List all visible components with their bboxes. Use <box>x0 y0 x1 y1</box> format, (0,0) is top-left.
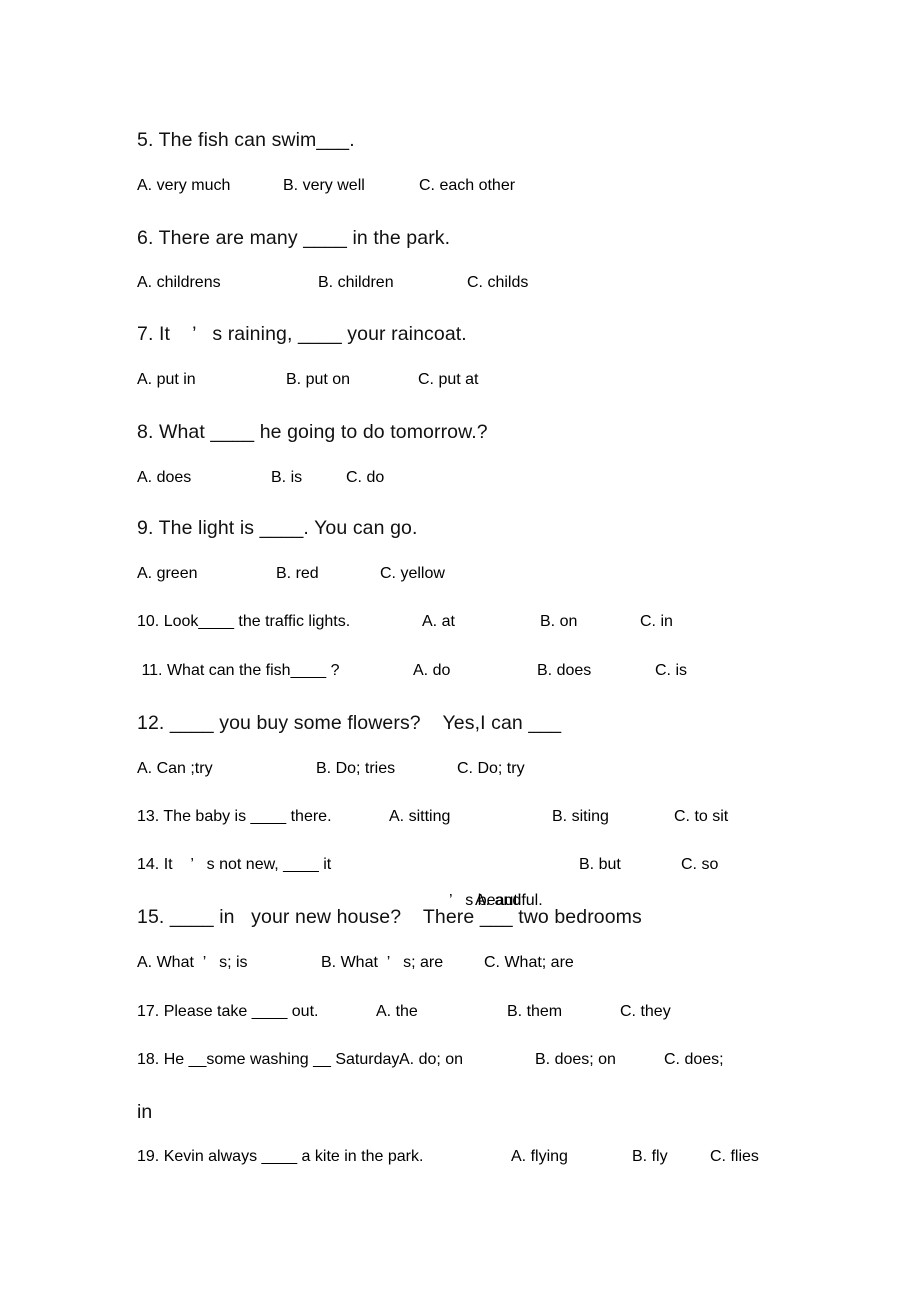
option-8-a[interactable]: A. does <box>137 469 191 487</box>
question-stem-13: 13. The baby is ____ there. <box>137 808 332 825</box>
question-stem-9: 9. The light is ____. You can go. <box>137 517 418 539</box>
question-stem-18: 18. He __some washing __ Saturday. <box>137 1051 403 1068</box>
option-10-b[interactable]: B. on <box>540 613 577 631</box>
option-12-c[interactable]: C. Do; try <box>457 760 525 778</box>
option-13-b[interactable]: B. siting <box>552 808 609 826</box>
question-row-17: 17. Please take ____ out. A. the B. them… <box>137 1003 671 1027</box>
question-row-11: 11. What can the fish____ ? A. do B. doe… <box>137 662 687 686</box>
options-row-6: A. childrens B. children C. childs <box>137 274 528 298</box>
option-7-b[interactable]: B. put on <box>286 371 350 389</box>
options-row-15: A. What ’ s; is B. What ’ s; are C. What… <box>137 954 574 978</box>
option-19-a[interactable]: A. flying <box>511 1148 568 1166</box>
option-9-a[interactable]: A. green <box>137 565 197 583</box>
option-15-a[interactable]: A. What ’ s; is <box>137 954 248 972</box>
options-row-12: A. Can ;try B. Do; tries C. Do; try <box>137 760 525 784</box>
options-row-5: A. very much B. very well C. each other <box>137 177 515 201</box>
option-19-b[interactable]: B. fly <box>632 1148 668 1166</box>
question-stem-11: 11. What can the fish____ ? <box>137 662 340 679</box>
option-8-c[interactable]: C. do <box>346 469 384 487</box>
option-10-a[interactable]: A. at <box>422 613 455 631</box>
option-18-c[interactable]: C. does; <box>664 1051 724 1069</box>
option-14-b[interactable]: B. but <box>579 856 621 874</box>
option-5-c[interactable]: C. each other <box>419 177 515 195</box>
option-9-b[interactable]: B. red <box>276 565 319 583</box>
option-17-b[interactable]: B. them <box>507 1003 562 1021</box>
option-17-c[interactable]: C. they <box>620 1003 671 1021</box>
question-stem-5: 5. The fish can swim___. <box>137 129 355 151</box>
question-stem-8: 8. What ____ he going to do tomorrow.? <box>137 421 488 443</box>
option-5-b[interactable]: B. very well <box>283 177 365 195</box>
option-10-c[interactable]: C. in <box>640 613 673 631</box>
options-row-8: A. does B. is C. do <box>137 469 384 493</box>
question-stem-6: 6. There are many ____ in the park. <box>137 227 451 249</box>
question-row-19: 19. Kevin always ____ a kite in the park… <box>137 1148 759 1172</box>
question-stem-15: 15. ____ in your new house? There ___ tw… <box>137 906 642 928</box>
option-13-c[interactable]: C. to sit <box>674 808 728 826</box>
options-row-7: A. put in B. put on C. put at <box>137 371 478 395</box>
option-9-c[interactable]: C. yellow <box>380 565 445 583</box>
option-14-c[interactable]: C. so <box>681 856 718 874</box>
question-stem-14: 14. It ’ s not new, ____ it <box>137 856 332 873</box>
option-8-b[interactable]: B. is <box>271 469 302 487</box>
question-18-wrapped-tail: in <box>137 1101 153 1123</box>
question-stem-19: 19. Kevin always ____ a kite in the park… <box>137 1148 424 1165</box>
option-18-b[interactable]: B. does; on <box>535 1051 616 1069</box>
option-19-c[interactable]: C. flies <box>710 1148 759 1166</box>
question-stem-10: 10. Look____ the traffic lights. <box>137 613 351 630</box>
option-17-a[interactable]: A. the <box>376 1003 418 1021</box>
question-stem-7: 7. It ’ s raining, ____ your raincoat. <box>137 323 467 345</box>
question-row-10: 10. Look____ the traffic lights. A. at B… <box>137 613 673 637</box>
document-page: 5. The fish can swim___. A. very much B.… <box>0 0 920 1304</box>
option-6-b[interactable]: B. children <box>318 274 394 292</box>
option-15-c[interactable]: C. What; are <box>484 954 574 972</box>
option-11-a[interactable]: A. do <box>413 662 450 680</box>
option-7-a[interactable]: A. put in <box>137 371 196 389</box>
option-13-a[interactable]: A. sitting <box>389 808 450 826</box>
question-row-14: 14. It ’ s not new, ____ it ’ s beautifu… <box>137 856 718 909</box>
option-11-c[interactable]: C. is <box>655 662 687 680</box>
question-row-18: 18. He __some washing __ Saturday. A. do… <box>137 1051 724 1075</box>
options-row-9: A. green B. red C. yellow <box>137 565 445 589</box>
option-6-a[interactable]: A. childrens <box>137 274 221 292</box>
question-stem-17: 17. Please take ____ out. <box>137 1003 319 1020</box>
question-stem-12: 12. ____ you buy some flowers? Yes,I can… <box>137 712 562 734</box>
option-12-a[interactable]: A. Can ;try <box>137 760 213 778</box>
option-12-b[interactable]: B. Do; tries <box>316 760 395 778</box>
option-15-b[interactable]: B. What ’ s; are <box>321 954 443 972</box>
option-6-c[interactable]: C. childs <box>467 274 528 292</box>
option-11-b[interactable]: B. does <box>537 662 591 680</box>
option-7-c[interactable]: C. put at <box>418 371 478 389</box>
option-5-a[interactable]: A. very much <box>137 177 230 195</box>
option-18-a[interactable]: A. do; on <box>399 1051 463 1069</box>
question-row-13: 13. The baby is ____ there. A. sitting B… <box>137 808 728 832</box>
